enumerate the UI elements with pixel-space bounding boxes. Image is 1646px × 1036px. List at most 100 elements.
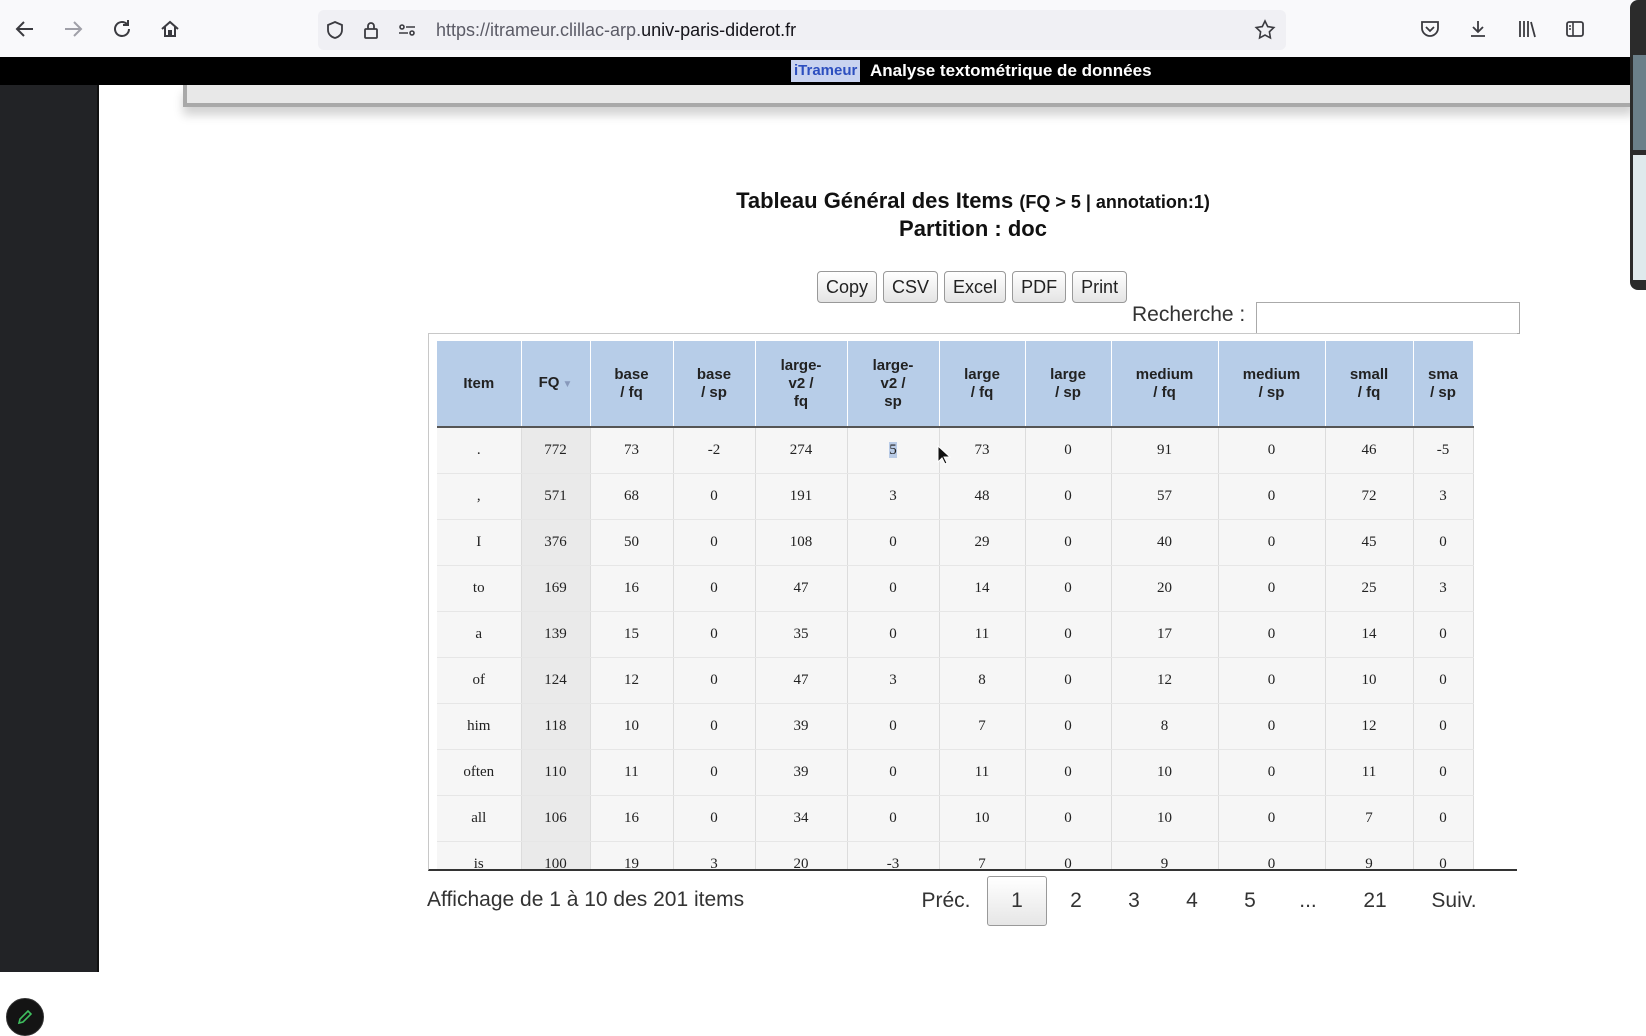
cell-value: -5: [1436, 442, 1450, 458]
column-header-medium-sp[interactable]: medium / sp: [1218, 341, 1326, 428]
table-cell: 10: [1111, 795, 1219, 842]
itrameur-logo[interactable]: iTrameur: [791, 60, 861, 82]
cell-value: 20: [1157, 580, 1172, 596]
cell-value: him: [467, 718, 491, 734]
table-row: is 100 19 3 20 -3 7 0 9 0 9 0: [437, 841, 1474, 871]
reload-icon[interactable]: [107, 14, 137, 44]
cell-value: 10: [1157, 764, 1172, 780]
column-header-medium-fq[interactable]: medium / fq: [1111, 341, 1219, 428]
permissions-icon[interactable]: [396, 19, 418, 41]
cell-value: 14: [1361, 626, 1377, 642]
bookmark-star-icon[interactable]: [1254, 19, 1276, 41]
items-table-container: Item FQ ▼ base / fq base / sp large-v2 /fq large…: [428, 333, 1517, 871]
table-cell: 0: [1218, 657, 1326, 704]
table-cell: 11: [590, 749, 674, 796]
table-cell: 0: [673, 657, 756, 704]
copy-button[interactable]: Copy: [817, 271, 878, 303]
url-bar[interactable]: https://itrameur.clillac-arp.univ-paris-…: [318, 10, 1286, 50]
print-button[interactable]: Print: [1072, 271, 1128, 303]
sidebar-toggle-icon[interactable]: [1560, 14, 1590, 44]
cell-value: 106: [544, 810, 567, 826]
downloads-icon[interactable]: [1463, 14, 1493, 44]
excel-button[interactable]: Excel: [944, 271, 1007, 303]
page-button-1[interactable]: 1: [987, 876, 1047, 926]
cell-value: 11: [624, 764, 639, 780]
csv-button[interactable]: CSV: [883, 271, 939, 303]
cell-value: 16: [624, 810, 639, 826]
page-button-2[interactable]: 2: [1047, 877, 1105, 925]
lock-icon[interactable]: [360, 19, 382, 41]
cell-value: 0: [1267, 580, 1276, 596]
table-cell: 0: [1413, 519, 1474, 566]
table-cell: 0: [1218, 565, 1326, 612]
cell-value: 48: [974, 488, 990, 504]
cell-value: 0: [1439, 672, 1447, 688]
table-row: , 571 68 0 191 3 48 0 57 0 72 3: [437, 473, 1474, 520]
table-row: to 169 16 0 47 0 14 0 20 0 25 3: [437, 565, 1474, 612]
prev-page-button[interactable]: Préc.: [905, 877, 987, 925]
url-text[interactable]: https://itrameur.clillac-arp.univ-paris-…: [436, 20, 796, 41]
pdf-button[interactable]: PDF: [1012, 271, 1067, 303]
table-cell: 20: [1111, 565, 1219, 612]
column-header-large-v2-sp[interactable]: large-v2 /sp: [847, 341, 940, 428]
next-page-button[interactable]: Suiv.: [1413, 877, 1495, 925]
column-header-large-fq[interactable]: large / fq: [939, 341, 1026, 428]
cell-value: 45: [1361, 534, 1377, 550]
cell-value: 0: [1439, 810, 1447, 826]
column-header-base-fq[interactable]: base / fq: [590, 341, 674, 428]
table-cell: 3: [847, 657, 940, 704]
column-header-text: Item: [463, 374, 495, 392]
table-cell: a: [437, 611, 522, 658]
table-cell: 0: [673, 795, 756, 842]
page-button-4[interactable]: 4: [1163, 877, 1221, 925]
table-cell: 0: [1025, 473, 1112, 520]
table-cell: 0: [1413, 795, 1474, 842]
table-row: I 376 50 0 108 0 29 0 40 0 45 0: [437, 519, 1474, 566]
column-header-base-sp[interactable]: base / sp: [673, 341, 756, 428]
pencil-icon: [17, 1009, 33, 1025]
cell-value: 3: [1439, 488, 1447, 504]
video-thumbnail: [1633, 55, 1646, 150]
table-cell: 139: [521, 611, 591, 658]
table-cell: 19: [590, 841, 674, 869]
cell-value: 91: [1157, 442, 1172, 458]
column-header-text: medium: [1135, 365, 1194, 383]
table-cell: 7: [939, 703, 1026, 750]
page-button-3[interactable]: 3: [1105, 877, 1163, 925]
cell-value: 0: [1064, 810, 1072, 826]
cell-value: 118: [544, 718, 567, 734]
home-icon[interactable]: [155, 14, 185, 44]
back-icon[interactable]: [10, 14, 40, 44]
column-header-small-fq[interactable]: small / fq: [1325, 341, 1414, 428]
library-icon[interactable]: [1512, 14, 1542, 44]
table-cell: 3: [1413, 473, 1474, 520]
page-button-5[interactable]: 5: [1221, 877, 1279, 925]
cell-value: 3: [710, 856, 718, 871]
column-header-large-v2-fq[interactable]: large-v2 /fq: [755, 341, 848, 428]
shield-icon[interactable]: [324, 19, 346, 41]
pocket-icon[interactable]: [1415, 14, 1445, 44]
table-cell: 0: [1025, 427, 1112, 474]
page-button-21[interactable]: 21: [1337, 877, 1413, 925]
edit-pencil-button[interactable]: [6, 998, 44, 1036]
table-cell: 5: [847, 427, 940, 474]
table-row: him 118 10 0 39 0 7 0 8 0 12 0: [437, 703, 1474, 750]
column-header-large-sp[interactable]: large / sp: [1025, 341, 1112, 428]
cell-value: 0: [1064, 626, 1072, 642]
table-cell: 9: [1325, 841, 1414, 869]
table-cell: 11: [939, 749, 1026, 796]
collapsed-panel: [183, 85, 1634, 107]
cell-value: 0: [1267, 626, 1276, 642]
cell-value: 16: [624, 580, 639, 596]
table-cell: 40: [1111, 519, 1219, 566]
cell-value: 0: [1267, 442, 1276, 458]
column-header-item[interactable]: Item: [437, 341, 522, 428]
cell-value: 139: [544, 626, 567, 642]
table-cell: 8: [939, 657, 1026, 704]
table-cell: 0: [1218, 749, 1326, 796]
forward-icon[interactable]: [58, 14, 88, 44]
column-header-fq[interactable]: FQ ▼: [521, 341, 591, 428]
table-cell: 46: [1325, 427, 1414, 474]
search-input[interactable]: [1256, 302, 1520, 334]
column-header-sma-sp[interactable]: sma / sp: [1413, 341, 1474, 428]
